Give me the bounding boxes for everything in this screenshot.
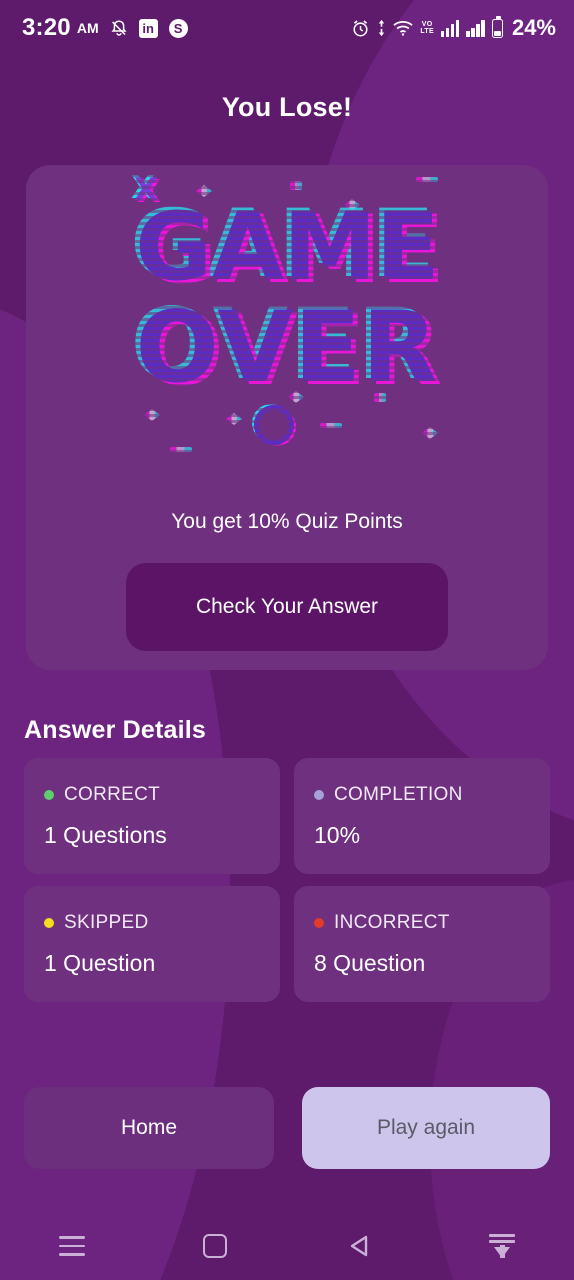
play-again-button[interactable]: Play again	[302, 1087, 550, 1169]
status-bar: 3:20 AM in S VO LTE 24%	[0, 0, 574, 56]
linkedin-icon: in	[138, 18, 158, 38]
recents-icon[interactable]	[40, 1220, 104, 1272]
glitch-particle	[422, 427, 438, 439]
stat-card-completion: COMPLETION 10%	[294, 758, 550, 874]
home-button[interactable]: Home	[24, 1087, 274, 1169]
status-bar-left: 3:20 AM in S	[22, 14, 188, 42]
app-badge-icon: S	[168, 18, 188, 38]
status-dot-icon	[314, 918, 324, 928]
stat-label: SKIPPED	[64, 912, 149, 933]
game-over-line1: GAME	[135, 193, 440, 302]
glitch-particle	[144, 409, 160, 421]
stat-card-header: INCORRECT	[314, 912, 530, 934]
signal-sim1-icon	[440, 19, 460, 37]
stat-card-correct: CORRECT 1 Questions	[24, 758, 280, 874]
battery-icon	[491, 16, 503, 38]
stat-card-skipped: SKIPPED 1 Question	[24, 886, 280, 1002]
stat-value: 8 Question	[314, 950, 426, 976]
home-square-icon[interactable]	[183, 1220, 247, 1272]
stat-value: 1 Question	[44, 950, 156, 976]
back-triangle-icon[interactable]	[327, 1220, 391, 1272]
signal-sim2-icon	[466, 19, 485, 37]
stat-label: CORRECT	[64, 784, 161, 805]
status-dot-icon	[44, 790, 54, 800]
silent-bell-icon	[110, 19, 128, 38]
glitch-particle	[320, 423, 342, 428]
game-over-line2: OVER	[135, 291, 439, 405]
battery-percent: 24%	[511, 15, 556, 40]
status-bar-right: VO LTE 24%	[351, 15, 556, 41]
hide-navbar-icon[interactable]	[470, 1220, 534, 1272]
status-meridiem: AM	[76, 20, 99, 36]
page-title: You Lose!	[221, 92, 353, 122]
status-time: 3:20	[22, 14, 71, 41]
status-dot-icon	[44, 918, 54, 928]
answer-details-grid: CORRECT 1 Questions COMPLETION 10% SKIPP…	[24, 758, 550, 1002]
alarm-icon	[351, 19, 370, 38]
system-navigation-bar	[0, 1212, 574, 1280]
stat-card-header: COMPLETION	[314, 784, 530, 806]
stat-value: 1 Questions	[44, 822, 167, 848]
stat-card-incorrect: INCORRECT 8 Question	[294, 886, 550, 1002]
glitch-particle	[170, 447, 192, 452]
wifi-icon	[393, 20, 414, 36]
volte-icon: VO LTE	[420, 20, 434, 36]
status-dot-icon	[314, 790, 324, 800]
game-over-artwork: X GAME GAME GAME OVER OVER OVER	[26, 165, 548, 475]
stat-card-header: SKIPPED	[44, 912, 260, 934]
glitch-particle	[290, 181, 302, 190]
result-card: X GAME GAME GAME OVER OVER OVER You get …	[26, 165, 548, 670]
glitch-particle	[226, 413, 242, 425]
check-your-answer-button[interactable]: Check Your Answer	[126, 563, 448, 651]
answer-details-heading: Answer Details	[24, 716, 207, 744]
quiz-points-text: You get 10% Quiz Points	[171, 510, 403, 533]
glitch-circle-icon	[254, 405, 294, 445]
data-transfer-icon	[377, 19, 386, 37]
footer-actions: Home Play again	[24, 1087, 550, 1169]
game-over-text: GAME GAME GAME OVER OVER OVER	[26, 193, 548, 405]
stat-value: 10%	[314, 822, 361, 848]
stat-card-header: CORRECT	[44, 784, 260, 806]
glitch-particle	[416, 177, 438, 182]
app-screen: 3:20 AM in S VO LTE 24% You Lose! X GAME…	[0, 0, 574, 1280]
stat-label: INCORRECT	[334, 912, 450, 933]
stat-label: COMPLETION	[334, 784, 463, 805]
